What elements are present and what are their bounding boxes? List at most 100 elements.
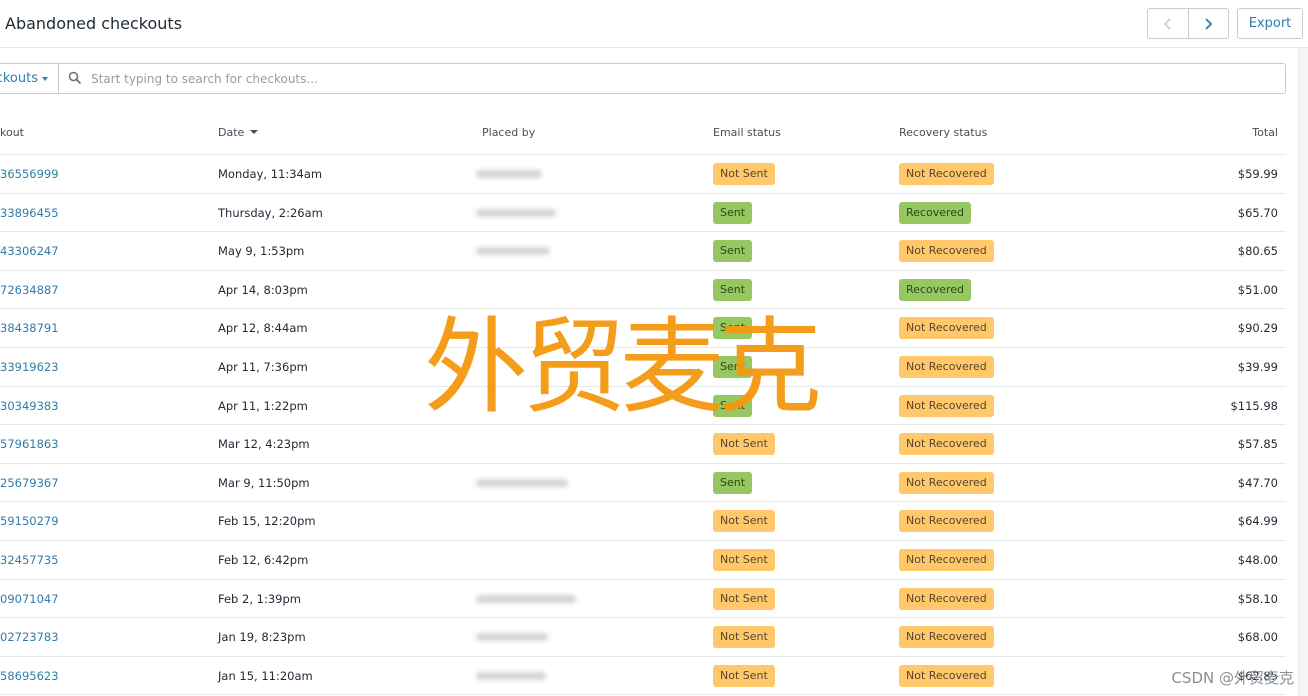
email-status: Not Sent [713,541,775,579]
placed-by-redacted [476,155,542,193]
recovery-status-badge: Not Recovered [899,240,994,263]
pagination [1147,8,1229,39]
recovery-status: Recovered [899,194,972,232]
column-header-checkout[interactable]: kout [0,126,24,139]
checkout-total: $80.65 [1237,244,1278,259]
recovery-status: Recovered [899,271,972,309]
checkout-date: Apr 14, 8:03pm [218,282,308,297]
previous-page-button[interactable] [1148,9,1188,38]
email-status-badge: Sent [713,240,753,263]
checkout-total: $58.10 [1237,591,1278,606]
table-row[interactable]: 43306247 May 9, 1:53pm Sent Not Recovered $8… [0,232,1286,271]
table-row[interactable]: 30349383 Apr 11, 1:22pm Sent Not Recovered $… [0,387,1286,426]
checkout-filter-dropdown[interactable]: ckouts [0,64,59,93]
checkout-date: Apr 12, 8:44am [218,321,308,336]
recovery-status-badge: Not Recovered [899,587,994,610]
checkout-date: Apr 11, 1:22pm [218,398,308,413]
checkout-id-link[interactable]: 59150279 [0,502,200,540]
table-row[interactable]: 09071047 Feb 2, 1:39pm Not Sent Not Recover… [0,580,1286,619]
recovery-status: Not Recovered [899,309,994,347]
table-row[interactable]: 36556999 Monday, 11:34am Not Sent Not Recov… [0,155,1286,194]
checkout-date: Feb 12, 6:42pm [218,552,309,567]
redaction-blur [476,633,548,642]
email-status-badge: Sent [713,278,753,301]
recovery-status: Not Recovered [899,425,994,463]
recovery-status-badge: Not Recovered [899,394,994,417]
table-row[interactable]: 57961863 Mar 12, 4:23pm Not Sent Not Recove… [0,425,1286,464]
email-status: Sent [713,464,753,502]
email-status: Sent [713,194,753,232]
checkout-id-link[interactable]: 38438791 [0,309,200,347]
redaction-blur [476,478,568,487]
recovery-status-badge: Not Recovered [899,317,994,340]
export-button[interactable]: Export [1237,8,1303,39]
checkouts-table: 36556999 Monday, 11:34am Not Sent Not Recov… [0,155,1286,696]
email-status-badge: Not Sent [713,433,775,456]
checkout-id-link[interactable]: 57961863 [0,425,200,463]
email-status: Sent [713,387,753,425]
checkout-id-link[interactable]: 25679367 [0,464,200,502]
checkout-id-link[interactable]: 33919623 [0,348,200,386]
recovery-status-badge: Not Recovered [899,355,994,378]
table-row[interactable]: 59150279 Feb 15, 12:20pm Not Sent Not Recov… [0,502,1286,541]
checkout-date: Jan 15, 11:20am [218,668,313,683]
checkout-date: Mar 9, 11:50pm [218,475,310,490]
email-status-badge: Sent [713,201,753,224]
top-bar: Abandoned checkouts Export [0,0,1308,48]
checkout-id-link[interactable]: 33896455 [0,194,200,232]
email-status-badge: Not Sent [713,548,775,571]
checkout-date: Apr 11, 7:36pm [218,359,308,374]
table-row[interactable]: 38438791 Apr 12, 8:44am Sent Not Recovered $… [0,309,1286,348]
checkout-id-link[interactable]: 72634887 [0,271,200,309]
checkout-id-link[interactable]: 58695623 [0,657,200,695]
column-header-total: Total [1252,126,1278,139]
checkout-date: Mar 12, 4:23pm [218,437,310,452]
table-row[interactable]: 33896455 Thursday, 2:26am Sent Recovered $65… [0,194,1286,233]
email-status: Not Sent [713,502,775,540]
checkout-id-link[interactable]: 30349383 [0,387,200,425]
column-header-date[interactable]: Date [218,126,259,139]
filter-bar: ckouts [0,63,1286,94]
email-status: Not Sent [713,155,775,193]
checkout-total: $65.70 [1237,205,1278,220]
checkout-id-link[interactable]: 32457735 [0,541,200,579]
recovery-status: Not Recovered [899,502,994,540]
email-status-badge: Sent [713,471,753,494]
scrollbar[interactable] [1298,48,1308,696]
checkout-total: $64.99 [1237,514,1278,529]
placed-by-redacted [476,580,576,618]
email-status-badge: Not Sent [713,163,775,185]
search-icon [68,71,82,85]
recovery-status-badge: Not Recovered [899,510,994,533]
email-status-badge: Not Sent [713,510,775,533]
email-status-badge: Sent [713,317,753,340]
checkout-date: Feb 2, 1:39pm [218,591,301,606]
redaction-blur [476,594,576,603]
table-row[interactable]: 33919623 Apr 11, 7:36pm Sent Not Recovered $… [0,348,1286,387]
search-input[interactable] [91,69,1271,88]
chevron-right-icon [1205,17,1213,30]
checkout-id-link[interactable]: 02723783 [0,618,200,656]
redaction-blur [476,247,550,256]
table-row[interactable]: 02723783 Jan 19, 8:23pm Not Sent Not Recove… [0,618,1286,657]
checkout-total: $90.29 [1237,321,1278,336]
placed-by-redacted [476,657,546,695]
checkout-total: $115.98 [1230,398,1278,413]
checkout-id-link[interactable]: 09071047 [0,580,200,618]
email-status: Not Sent [713,425,775,463]
checkout-id-link[interactable]: 36556999 [0,155,200,193]
column-header-email-status: Email status [713,126,781,139]
checkout-date: Thursday, 2:26am [218,205,323,220]
recovery-status: Not Recovered [899,155,994,193]
email-status: Not Sent [713,580,775,618]
checkout-total: $57.85 [1237,437,1278,452]
checkout-id-link[interactable]: 43306247 [0,232,200,270]
checkout-date: Feb 15, 12:20pm [218,514,316,529]
email-status: Not Sent [713,618,775,656]
table-row[interactable]: 25679367 Mar 9, 11:50pm Sent Not Recovered $… [0,464,1286,503]
table-row[interactable]: 72634887 Apr 14, 8:03pm Sent Recovered $51.0… [0,271,1286,310]
table-row[interactable]: 58695623 Jan 15, 11:20am Not Sent Not Recov… [0,657,1286,696]
next-page-button[interactable] [1187,9,1228,38]
checkout-date: May 9, 1:53pm [218,244,305,259]
table-row[interactable]: 32457735 Feb 12, 6:42pm Not Sent Not Recove… [0,541,1286,580]
